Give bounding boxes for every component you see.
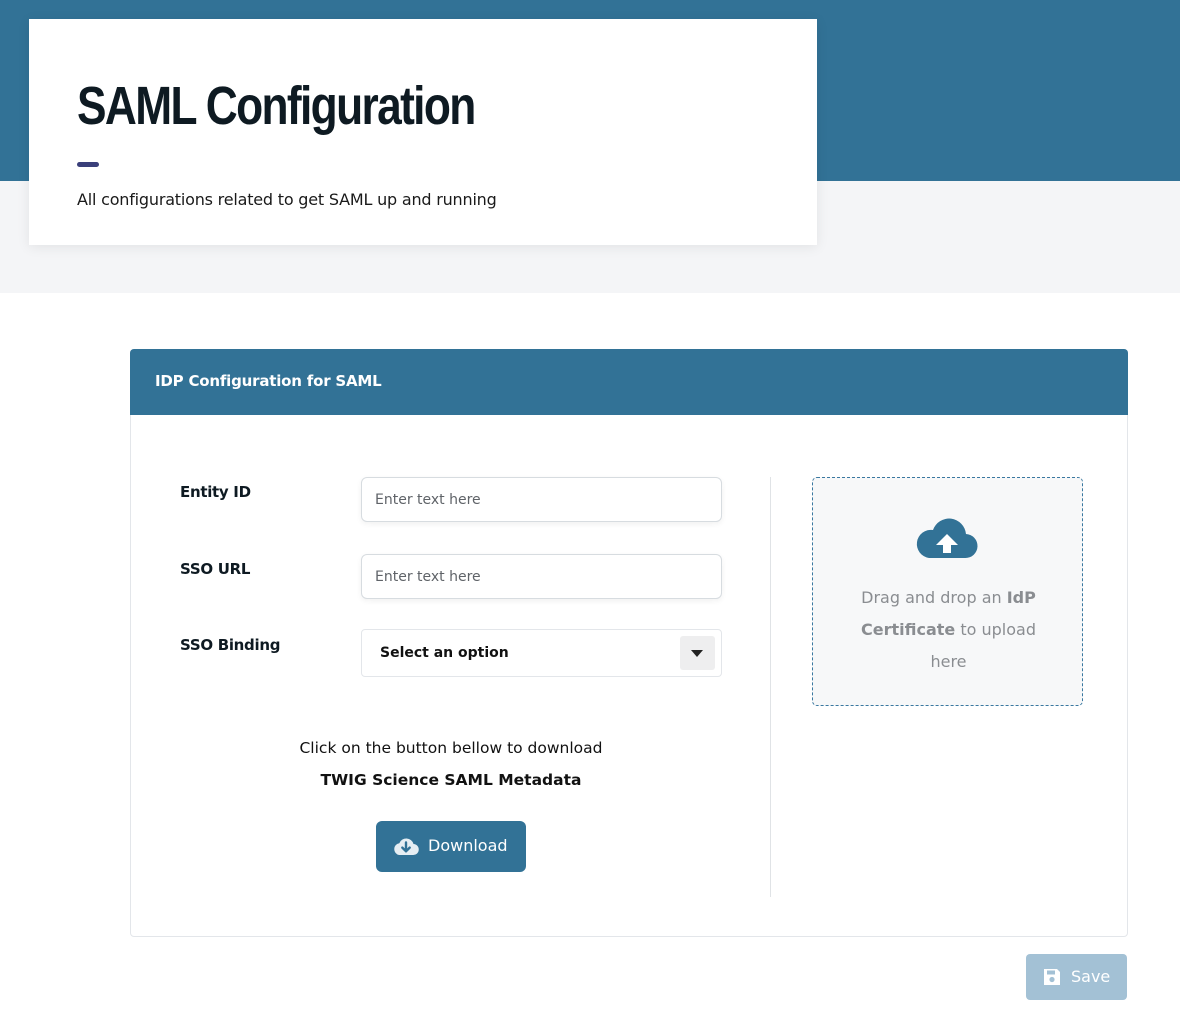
download-instructions: Click on the button bellow to download: [299, 739, 603, 757]
sso-binding-select[interactable]: Select an option: [361, 629, 722, 677]
panel-header: IDP Configuration for SAML: [130, 349, 1128, 415]
download-target-name: TWIG Science SAML Metadata: [320, 771, 582, 789]
page-subtitle: All configurations related to get SAML u…: [77, 190, 497, 209]
sso-binding-selected: Select an option: [380, 645, 509, 661]
cloud-download-icon: [393, 836, 419, 860]
title-card: SAML Configuration All configurations re…: [29, 19, 817, 245]
sso-url-label: SSO URL: [180, 560, 251, 578]
sso-binding-label: SSO Binding: [180, 636, 281, 654]
sso-url-input[interactable]: [361, 554, 722, 599]
floppy-disk-icon: [1042, 967, 1062, 991]
dropzone-instructions: Drag and drop an IdP Certificate to uplo…: [861, 588, 1036, 671]
column-divider: [770, 477, 771, 897]
chevron-down-icon[interactable]: [680, 636, 715, 670]
idp-config-panel: IDP Configuration for SAML Entity ID SSO…: [130, 349, 1128, 937]
entity-id-label: Entity ID: [180, 483, 251, 501]
download-button[interactable]: Download: [376, 821, 526, 872]
save-button[interactable]: Save: [1026, 954, 1127, 1000]
save-button-label: Save: [1071, 967, 1111, 986]
entity-id-input[interactable]: [361, 477, 722, 522]
certificate-dropzone[interactable]: Drag and drop an IdP Certificate to uplo…: [812, 477, 1083, 706]
panel-title: IDP Configuration for SAML: [155, 372, 382, 390]
title-accent-bar: [77, 162, 99, 167]
cloud-upload-icon: [915, 516, 979, 564]
download-button-label: Download: [428, 836, 508, 855]
page-title: SAML Configuration: [77, 76, 476, 136]
